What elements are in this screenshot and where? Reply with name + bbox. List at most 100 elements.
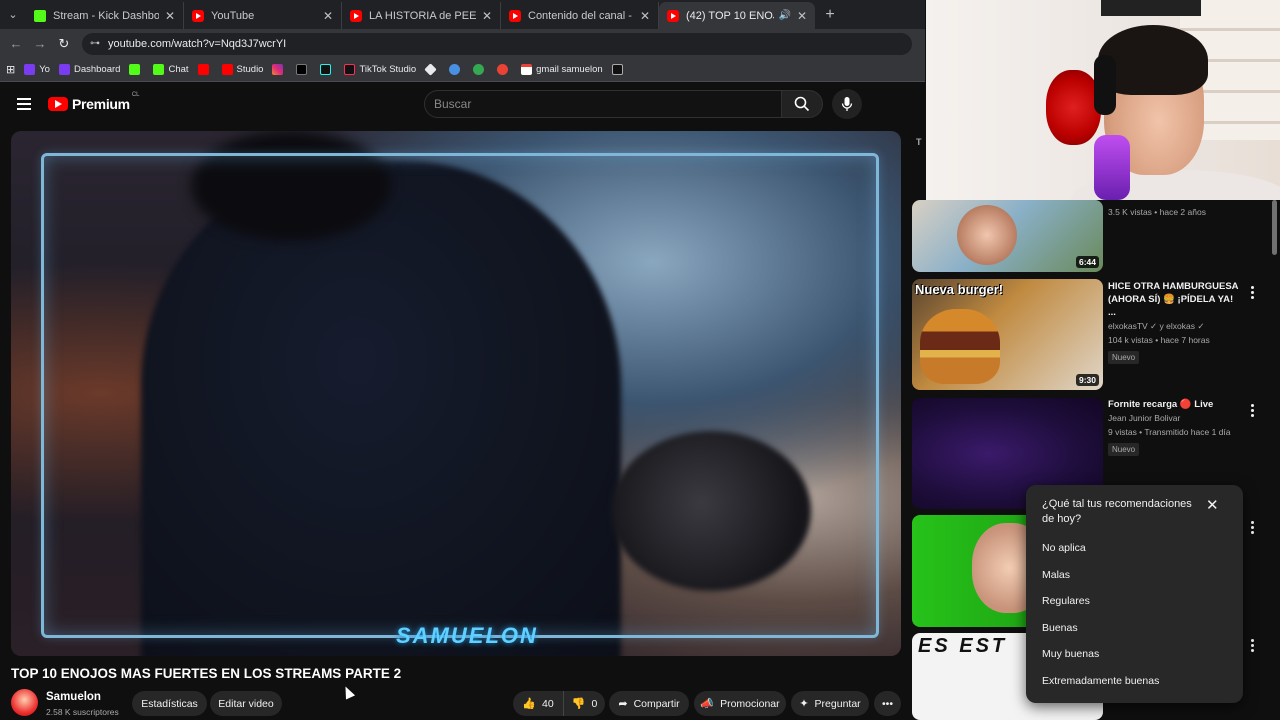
apps-icon[interactable]: ⊞ xyxy=(6,63,15,76)
promote-button[interactable]: 📣 Promocionar xyxy=(694,691,786,716)
more-vertical-icon[interactable] xyxy=(1249,521,1255,536)
bookmark-instagram[interactable] xyxy=(272,64,287,75)
thumbs-up-icon: 👍 xyxy=(522,698,537,710)
channel-name[interactable]: Samuelon xyxy=(46,691,101,703)
bookmark-chat[interactable]: Chat xyxy=(153,64,189,75)
webcam-lamp xyxy=(1101,0,1201,16)
close-icon[interactable]: ✕ xyxy=(797,9,807,23)
bookmark-kick[interactable] xyxy=(129,64,144,75)
bookmark-label: Dashboard xyxy=(73,64,121,75)
new-badge: Nuevo xyxy=(1108,351,1140,364)
bookmark-dashboard[interactable]: Dashboard xyxy=(58,64,121,75)
microphone-icon xyxy=(1094,135,1130,200)
bookmark-gmail[interactable]: gmail samuelon xyxy=(521,64,603,75)
more-vertical-icon[interactable] xyxy=(1249,404,1255,419)
tab-kick-dashboard[interactable]: Stream - Kick Dashboard ✕ xyxy=(26,2,184,29)
video-duration: 9:30 xyxy=(1075,374,1099,386)
tiktok-icon xyxy=(344,64,356,75)
tab-search-icon[interactable]: ⌄ xyxy=(0,0,26,29)
more-vertical-icon[interactable] xyxy=(1249,639,1255,654)
youtube-header: Premium CL Buscar xyxy=(0,83,925,127)
menu-icon[interactable] xyxy=(17,98,31,110)
voice-search-button[interactable] xyxy=(832,89,862,119)
reload-icon[interactable]: ↻ xyxy=(52,36,76,52)
like-button[interactable]: 👍 40 xyxy=(513,691,563,716)
survey-option[interactable]: Buenas xyxy=(1042,622,1078,634)
channel-avatar[interactable] xyxy=(11,689,38,716)
bookmark-gemini[interactable] xyxy=(449,64,464,75)
youtube-icon xyxy=(192,9,204,22)
recommended-thumbnail[interactable]: Nueva burger! 9:30 xyxy=(912,279,1103,390)
speaker-icon[interactable]: 🔊 xyxy=(778,10,790,21)
search-button[interactable] xyxy=(781,90,823,118)
more-icon: ••• xyxy=(881,697,894,710)
bookmark-red[interactable] xyxy=(497,64,512,75)
back-icon[interactable]: ← xyxy=(4,36,28,51)
video-title: HICE OTRA HAMBURGUESA (AHORA SÍ) 🍔 ¡PÍDE… xyxy=(1108,281,1239,318)
headset-icon xyxy=(1094,55,1116,115)
survey-option[interactable]: Malas xyxy=(1042,569,1070,581)
close-icon[interactable]: ✕ xyxy=(1206,496,1219,514)
video-duration: 6:44 xyxy=(1075,256,1099,268)
channel-name: elxokasTV ✓ y elxokas ✓ xyxy=(1108,321,1205,331)
bookmark-x[interactable] xyxy=(296,64,311,75)
search-input[interactable]: Buscar xyxy=(424,90,782,118)
edit-video-button[interactable]: Editar video xyxy=(210,691,282,716)
bookmark-youtube[interactable] xyxy=(197,64,213,75)
close-icon[interactable]: ✕ xyxy=(640,9,650,23)
sparkle-icon xyxy=(449,64,461,75)
tab-contenido[interactable]: Contenido del canal - YouTube ✕ xyxy=(501,2,659,29)
close-icon[interactable]: ✕ xyxy=(165,9,175,23)
new-tab-icon[interactable]: + xyxy=(815,0,845,29)
ask-button[interactable]: ✦ Preguntar xyxy=(791,691,869,716)
twitch-icon xyxy=(24,64,36,75)
close-icon[interactable]: ✕ xyxy=(482,9,492,23)
sidebar-scrollbar[interactable] xyxy=(1272,200,1277,255)
tab-youtube[interactable]: YouTube ✕ xyxy=(184,2,342,29)
survey-option[interactable]: Regulares xyxy=(1042,595,1090,607)
forward-icon[interactable]: → xyxy=(28,36,52,51)
video-title: Fornite recarga 🔴 Live xyxy=(1108,399,1214,410)
url-field[interactable]: ⊶ youtube.com/watch?v=Nqd3J7wcrYI xyxy=(82,32,912,55)
bookmark-extra[interactable] xyxy=(611,64,627,75)
tab-active-video[interactable]: (42) TOP 10 ENOJOS MAS F 🔊 ✕ xyxy=(659,2,815,29)
url-text: youtube.com/watch?v=Nqd3J7wcrYI xyxy=(108,37,287,50)
site-info-icon[interactable]: ⊶ xyxy=(90,38,100,49)
dislike-button[interactable]: 👎 0 xyxy=(563,691,605,716)
burger-image xyxy=(920,309,1000,384)
share-button[interactable]: ➦ Compartir xyxy=(609,691,689,716)
bookmark-diamond[interactable] xyxy=(424,63,440,76)
video-meta: 104 k vistas • hace 7 horas xyxy=(1108,335,1210,345)
like-count: 40 xyxy=(542,697,554,710)
recommended-info[interactable]: Fornite recarga 🔴 Live Jean Junior Boliv… xyxy=(1108,398,1243,457)
tab-historia[interactable]: LA HISTORIA de PEEREIRA: El S ✕ xyxy=(342,2,501,29)
recommended-info[interactable]: 3.5 K vistas • hace 2 años xyxy=(1108,205,1243,219)
youtube-logo[interactable]: Premium CL xyxy=(48,92,139,112)
subscriber-count: 2.58 K suscriptores xyxy=(46,707,119,717)
bookmark-green[interactable] xyxy=(473,64,488,75)
survey-option[interactable]: Muy buenas xyxy=(1042,648,1099,660)
bookmark-studio[interactable]: Studio xyxy=(221,64,263,75)
button-label: Estadísticas xyxy=(141,697,198,710)
more-vertical-icon[interactable] xyxy=(1249,286,1255,301)
kick-icon xyxy=(129,64,141,75)
video-player[interactable]: SAMUELON xyxy=(11,131,901,656)
recommended-thumbnail[interactable]: 6:44 xyxy=(912,200,1103,272)
button-label: Compartir xyxy=(633,697,680,710)
sidebar-chip-peek: T xyxy=(916,137,922,147)
stats-button[interactable]: Estadísticas xyxy=(132,691,207,716)
thumbs-down-icon: 👎 xyxy=(571,698,586,710)
bookmark-tiktok-studio[interactable]: TikTok Studio xyxy=(344,64,416,75)
survey-option[interactable]: No aplica xyxy=(1042,542,1086,554)
sparkle-icon: ✦ xyxy=(799,698,809,710)
bookmark-tiktok[interactable] xyxy=(320,64,335,75)
app-icon xyxy=(611,64,623,75)
survey-option[interactable]: Extremadamente buenas xyxy=(1042,675,1159,687)
close-icon[interactable]: ✕ xyxy=(323,9,333,23)
bookmark-yo[interactable]: Yo xyxy=(24,64,50,75)
diamond-icon xyxy=(424,63,437,76)
youtube-play-icon xyxy=(48,97,68,111)
video-meta: 9 vistas • Transmitido hace 1 día xyxy=(1108,427,1231,437)
recommended-info[interactable]: HICE OTRA HAMBURGUESA (AHORA SÍ) 🍔 ¡PÍDE… xyxy=(1108,280,1243,365)
more-actions-button[interactable]: ••• xyxy=(874,691,901,716)
